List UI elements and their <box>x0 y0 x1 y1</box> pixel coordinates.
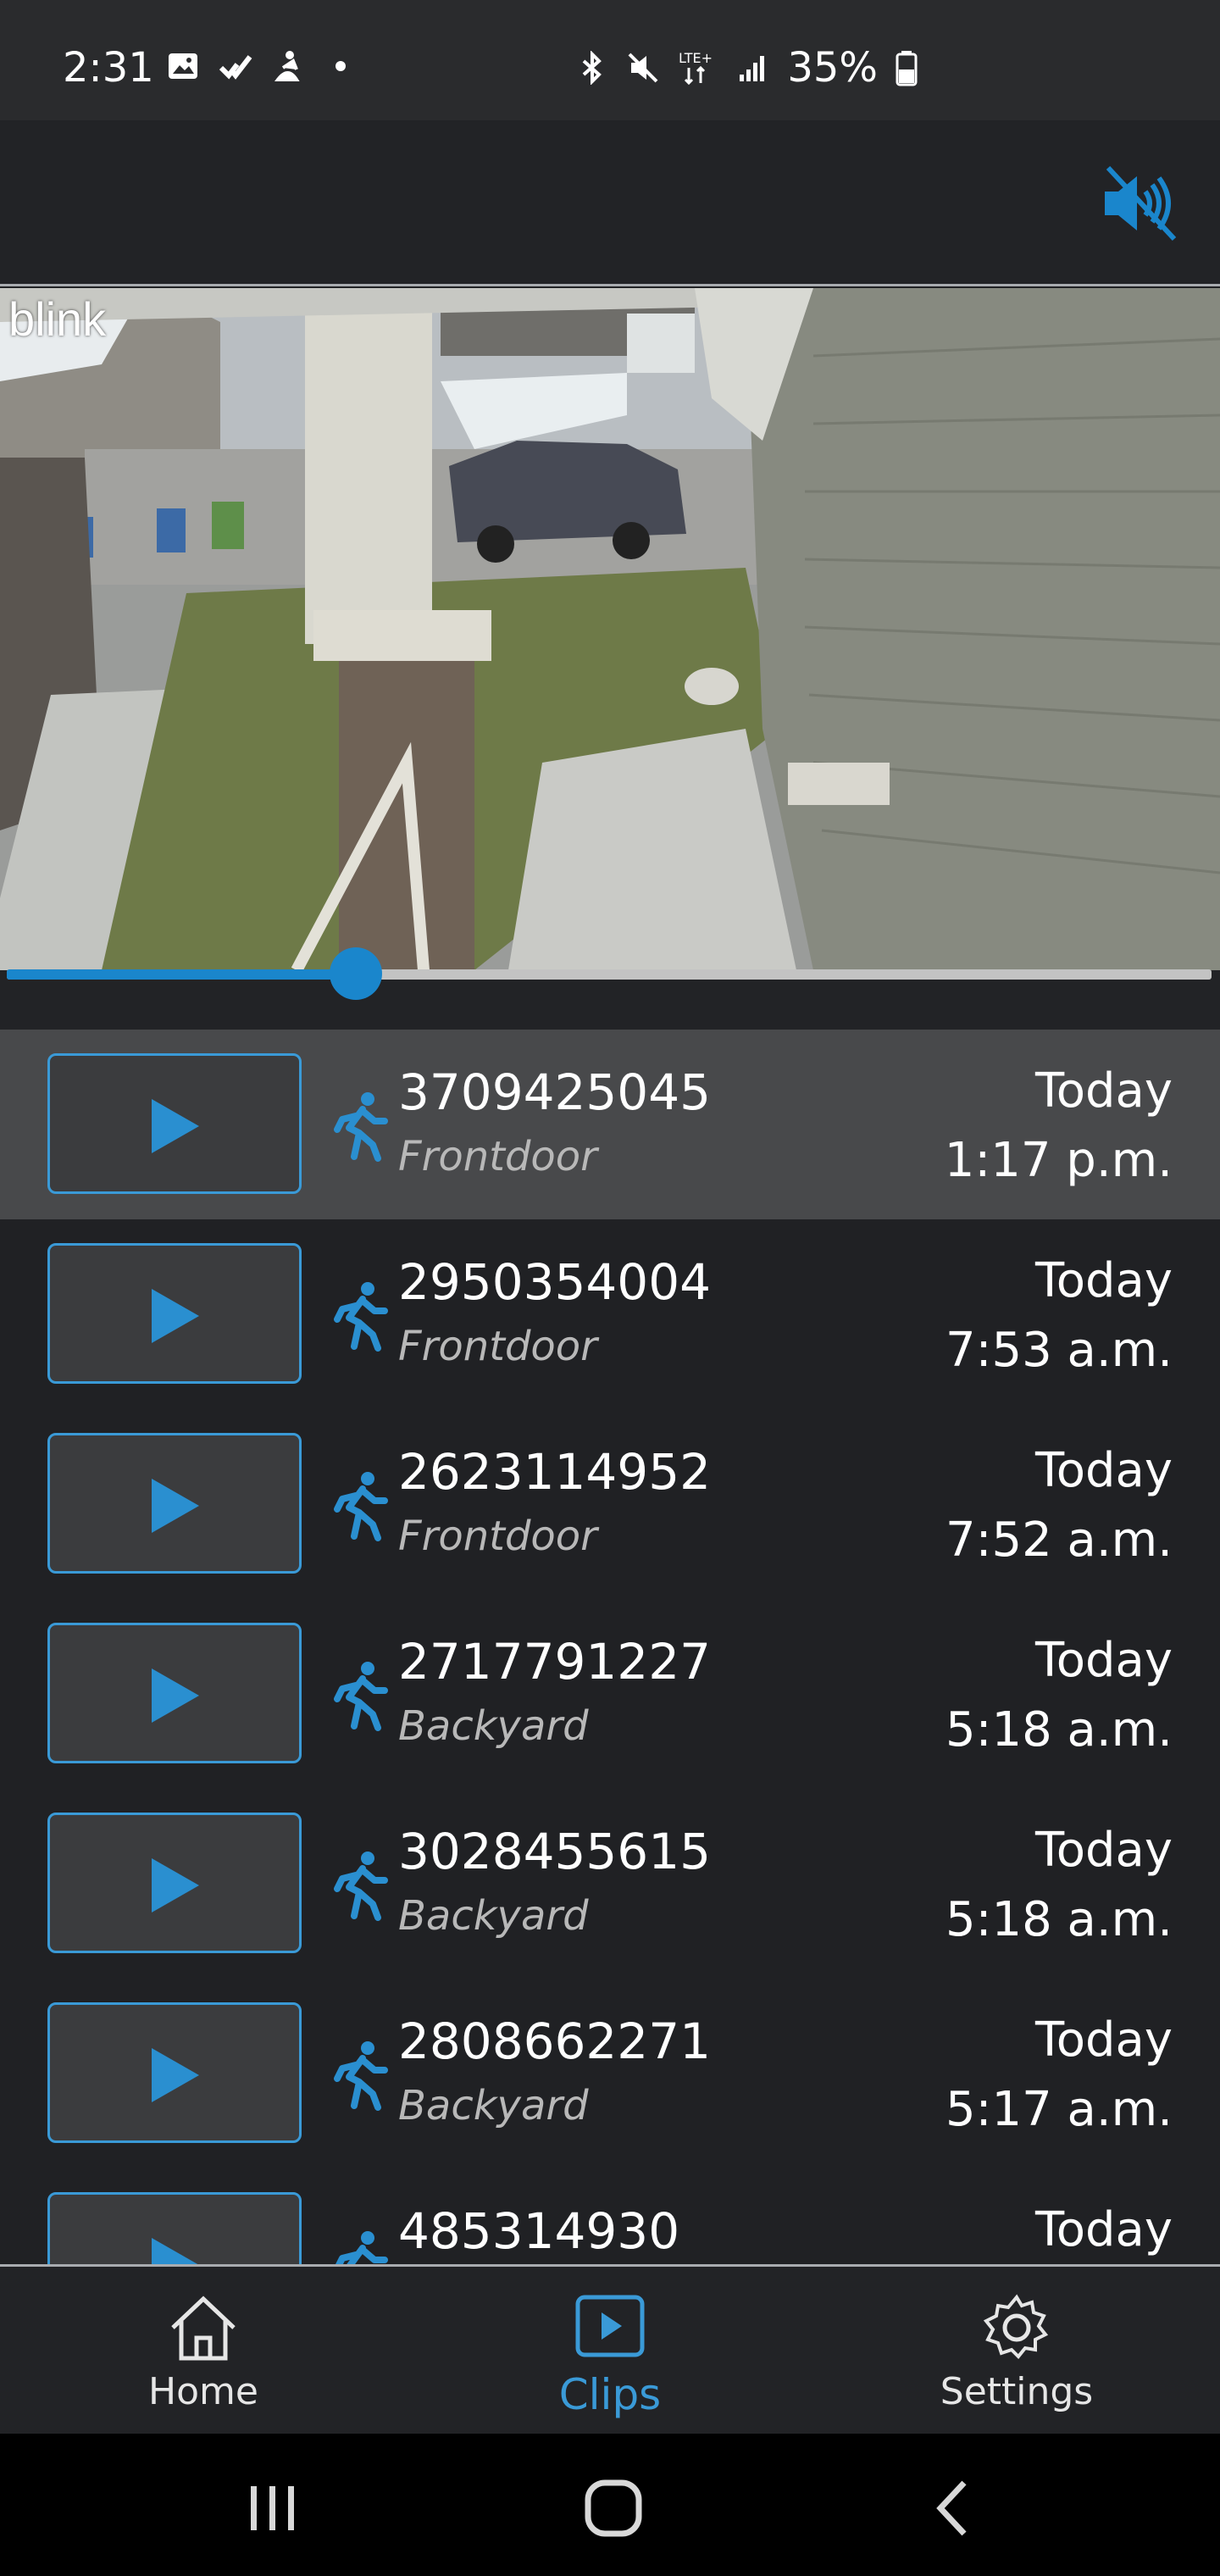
clip-day: Today <box>1035 1633 1173 1688</box>
clip-camera: Backyard <box>398 1702 589 1750</box>
clip-row[interactable]: 3709425045 Frontdoor Today 1:17 p.m. <box>0 1030 1220 1219</box>
clip-id: 485314930 <box>398 2202 680 2260</box>
clip-row[interactable]: 2808662271 Backyard Today 5:17 a.m. <box>0 1979 1220 2168</box>
play-icon <box>152 2048 199 2102</box>
top-app-bar <box>0 120 1220 286</box>
clip-id: 2623114952 <box>398 1443 712 1501</box>
clip-id: 3028455615 <box>398 1823 712 1880</box>
playback-track[interactable] <box>7 969 1212 980</box>
dot-icon <box>336 61 346 71</box>
clip-time: 5:18 a.m. <box>945 1702 1173 1757</box>
camera-snapshot <box>0 288 1220 970</box>
clip-day: Today <box>1035 1443 1173 1498</box>
playback-progress <box>7 969 357 980</box>
clip-time: 5:18 a.m. <box>945 1892 1173 1947</box>
nav-settings-label: Settings <box>940 2370 1094 2413</box>
playback-thumb[interactable] <box>330 947 383 1000</box>
motion-icon <box>334 1852 388 1921</box>
clip-row[interactable]: 2623114952 Frontdoor Today 7:52 a.m. <box>0 1409 1220 1599</box>
battery-percent: 35% <box>787 44 878 92</box>
play-clip-button[interactable] <box>47 2192 302 2264</box>
clip-id: 2808662271 <box>398 2012 712 2070</box>
nav-settings[interactable]: Settings <box>890 2292 1144 2428</box>
play-clip-button[interactable] <box>47 1623 302 1763</box>
gear-icon <box>983 2294 1049 2359</box>
clip-day: Today <box>1035 1063 1173 1119</box>
clip-time: 1:17 p.m. <box>944 1133 1173 1188</box>
checkmark-icon <box>219 55 252 80</box>
motion-icon <box>334 1472 388 1541</box>
system-nav-bar <box>0 2434 1220 2576</box>
clip-row[interactable]: 3028455615 Backyard Today 5:18 a.m. <box>0 1789 1220 1979</box>
clips-list: 3709425045 Frontdoor Today 1:17 p.m. 295… <box>0 1030 1220 2264</box>
play-clip-button[interactable] <box>47 1243 302 1384</box>
clip-camera: Backyard <box>398 2082 589 2129</box>
play-clip-button[interactable] <box>47 1813 302 1953</box>
nav-home[interactable]: Home <box>76 2292 330 2428</box>
play-clip-button[interactable] <box>47 1053 302 1194</box>
nav-clips-label: Clips <box>558 2370 662 2419</box>
fitness-icon <box>274 51 300 81</box>
status-bar: 2:31 LTE+ 35% <box>0 0 1220 120</box>
home-icon <box>171 2296 236 2361</box>
nav-home-label: Home <box>148 2370 258 2413</box>
video-player[interactable]: blink <box>0 288 1220 970</box>
play-clip-button[interactable] <box>47 2002 302 2143</box>
play-square-icon <box>575 2295 645 2357</box>
signal-icon <box>740 56 765 81</box>
clip-id: 2950354004 <box>398 1253 712 1311</box>
play-icon <box>152 1479 199 1533</box>
motion-icon <box>334 1282 388 1352</box>
clip-day: Today <box>1035 2202 1173 2257</box>
clip-day: Today <box>1035 1253 1173 1308</box>
status-time: 2:31 <box>63 44 154 92</box>
home-nav-icon[interactable] <box>580 2474 647 2542</box>
clip-camera: Frontdoor <box>398 1513 597 1560</box>
speaker-muted-icon[interactable] <box>1100 164 1178 242</box>
clip-day: Today <box>1035 2012 1173 2068</box>
bottom-nav: Home Clips Settings <box>0 2264 1220 2434</box>
gallery-icon <box>169 53 197 79</box>
clip-time: 5:17 a.m. <box>945 2082 1173 2137</box>
clip-time: 7:52 a.m. <box>945 1513 1173 1568</box>
clip-id: 2717791227 <box>398 1633 712 1690</box>
play-clip-button[interactable] <box>47 1433 302 1574</box>
play-icon <box>152 1858 199 1913</box>
clip-day: Today <box>1035 1823 1173 1878</box>
motion-icon <box>334 1662 388 1731</box>
clip-id: 3709425045 <box>398 1063 712 1121</box>
motion-icon <box>334 1092 388 1162</box>
blink-watermark: blink <box>8 292 107 346</box>
battery-icon <box>896 51 918 86</box>
back-icon[interactable] <box>920 2474 988 2542</box>
nav-clips[interactable]: Clips <box>483 2292 737 2428</box>
recent-apps-icon[interactable] <box>239 2474 307 2542</box>
clip-camera: Frontdoor <box>398 1133 597 1180</box>
play-icon <box>152 1289 199 1343</box>
play-icon <box>152 1668 199 1723</box>
lte-icon: LTE+ <box>679 50 713 86</box>
motion-icon <box>334 2041 388 2111</box>
clip-time: 7:53 a.m. <box>945 1323 1173 1378</box>
motion-icon <box>336 2231 388 2264</box>
play-icon <box>152 1099 199 1153</box>
clip-row[interactable]: 2950354004 Frontdoor Today 7:53 a.m. <box>0 1219 1220 1409</box>
bluetooth-icon <box>582 51 602 85</box>
play-icon <box>152 2238 198 2264</box>
status-left-icons <box>166 49 358 83</box>
clip-row[interactable]: 2717791227 Backyard Today 5:18 a.m. <box>0 1599 1220 1789</box>
clip-camera: Backyard <box>398 1892 589 1940</box>
clip-row[interactable]: 485314930 Today <box>0 2168 1220 2264</box>
status-right: LTE+ 35% <box>575 44 918 92</box>
clip-camera: Frontdoor <box>398 1323 597 1370</box>
svg-text:LTE+: LTE+ <box>679 50 713 66</box>
mute-icon <box>628 53 658 83</box>
